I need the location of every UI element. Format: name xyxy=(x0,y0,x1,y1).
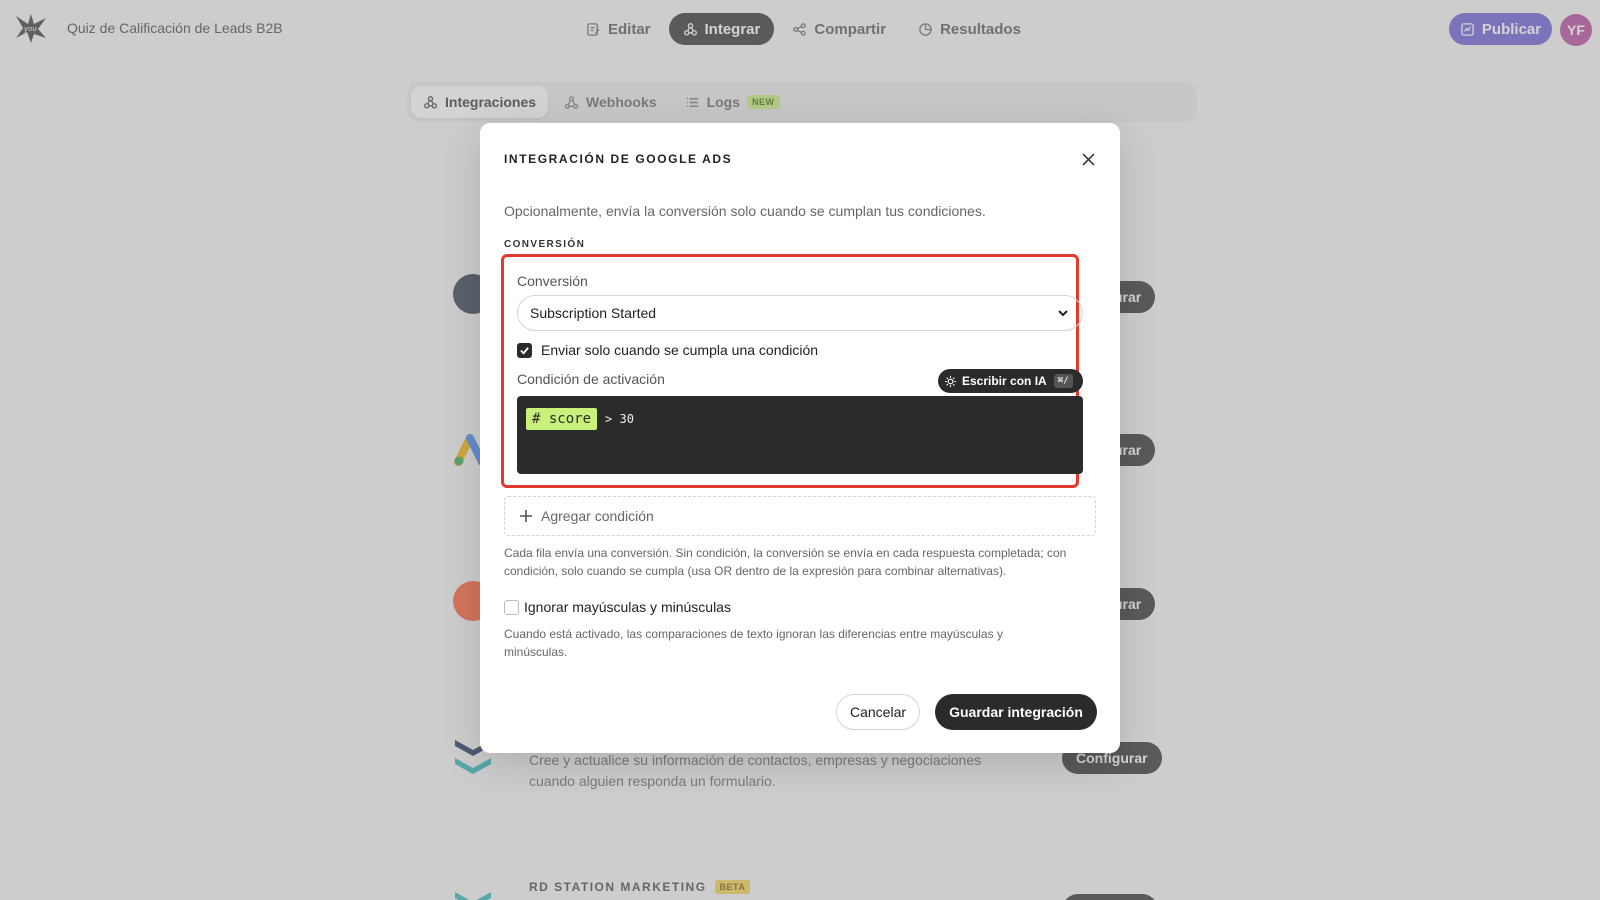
variable-chip[interactable]: # score xyxy=(526,408,598,430)
modal-description: Opcionalmente, envía la conversión solo … xyxy=(504,203,986,219)
cancel-button[interactable]: Cancelar xyxy=(836,694,920,730)
chevron-down-icon xyxy=(1058,310,1068,317)
conversion-label: Conversión xyxy=(517,273,588,289)
plus-icon xyxy=(520,510,532,522)
rows-help-text: Cada fila envía una conversión. Sin cond… xyxy=(504,546,1067,578)
write-with-ai-button[interactable]: Escribir con IA ⌘/ xyxy=(938,369,1083,393)
hash-icon: # xyxy=(532,411,541,427)
add-condition-button[interactable]: Agregar condición xyxy=(504,496,1096,536)
conversion-select[interactable]: Subscription Started xyxy=(517,295,1083,331)
ignore-case-row: Ignorar mayúsculas y minúsculas xyxy=(504,599,731,615)
only-when-label[interactable]: Enviar solo cuando se cumpla una condici… xyxy=(541,342,818,358)
condition-expression: > 30 xyxy=(605,412,634,426)
google-ads-modal: INTEGRACIÓN DE GOOGLE ADS Opcionalmente,… xyxy=(480,123,1120,753)
ignore-case-help-text: Cuando está activado, las comparaciones … xyxy=(504,627,1003,659)
section-label: CONVERSIÓN xyxy=(504,239,586,250)
ai-shortcut: ⌘/ xyxy=(1053,374,1073,388)
only-when-checkbox[interactable] xyxy=(517,342,532,358)
ignore-case-checkbox[interactable] xyxy=(504,599,519,615)
sparkle-icon xyxy=(944,375,957,387)
trigger-label: Condición de activación xyxy=(517,371,665,387)
condition-editor[interactable]: # score > 30 xyxy=(517,396,1083,474)
variable-name: score xyxy=(548,411,592,427)
ai-button-label: Escribir con IA xyxy=(962,374,1047,388)
save-integration-button[interactable]: Guardar integración xyxy=(935,694,1097,730)
ignore-case-label[interactable]: Ignorar mayúsculas y minúsculas xyxy=(524,599,731,615)
conversion-select-value: Subscription Started xyxy=(530,305,657,321)
close-icon xyxy=(1082,153,1094,165)
modal-title: INTEGRACIÓN DE GOOGLE ADS xyxy=(504,152,733,166)
check-icon xyxy=(520,346,529,355)
add-condition-label: Agregar condición xyxy=(541,508,654,524)
only-when-row: Enviar solo cuando se cumpla una condici… xyxy=(517,342,818,358)
close-button[interactable] xyxy=(1078,149,1098,169)
